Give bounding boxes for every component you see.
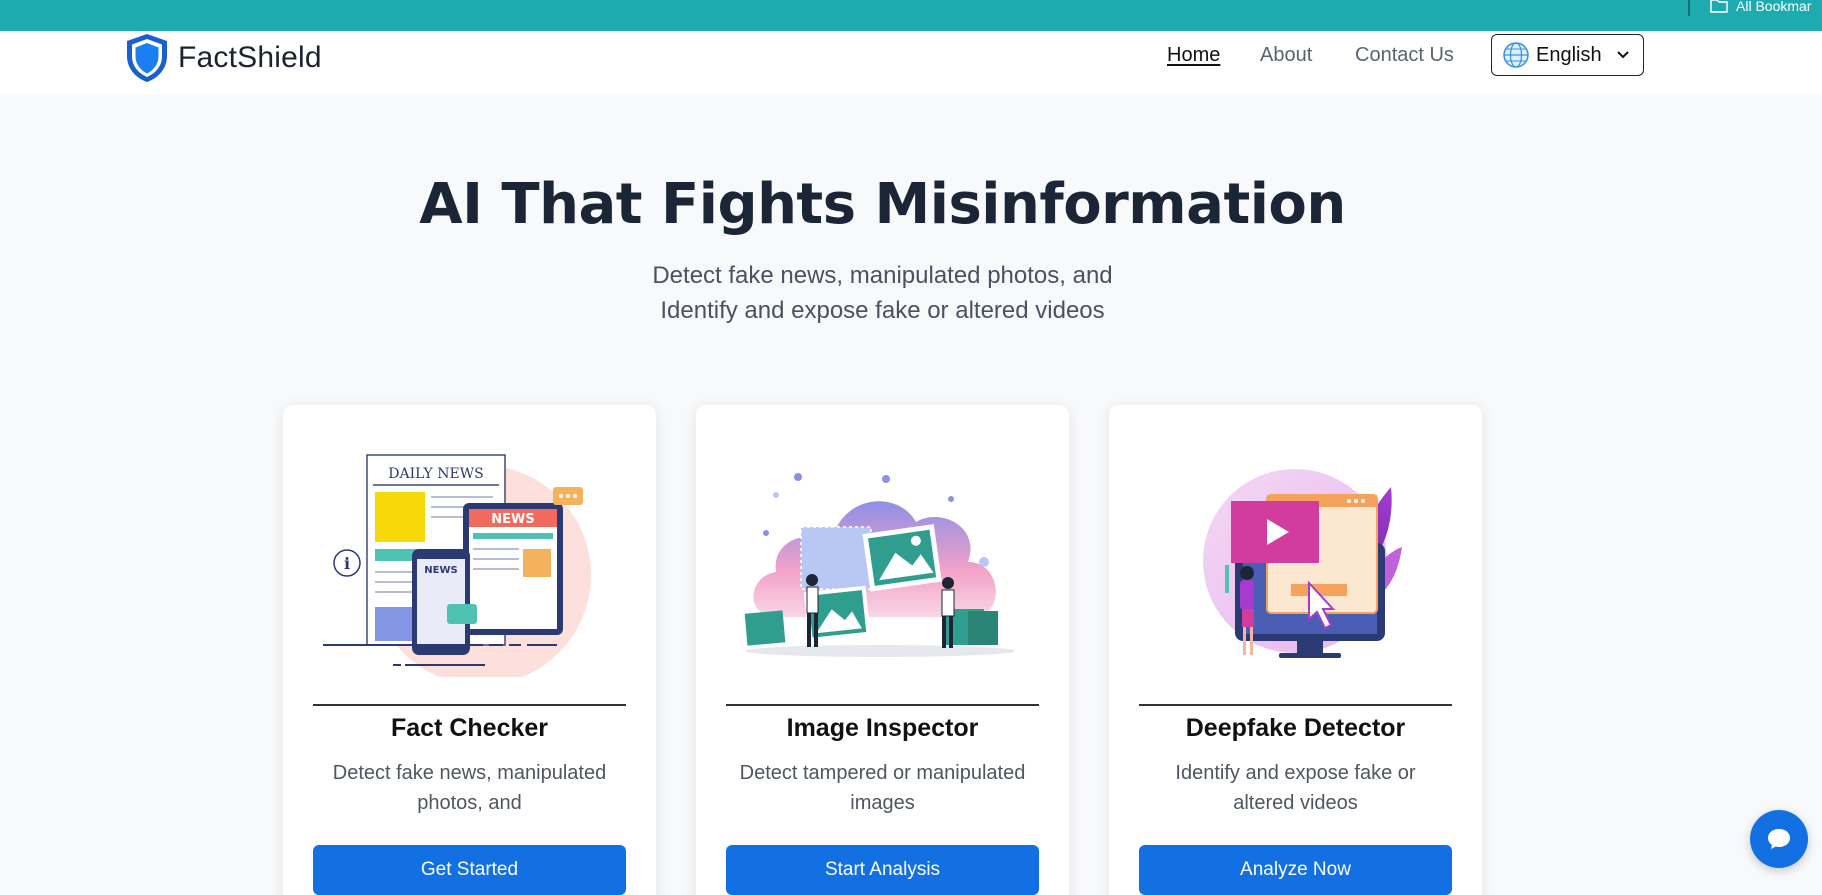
card-divider	[313, 704, 626, 706]
video-detection-illustration	[1203, 469, 1402, 658]
nav-link-contact[interactable]: Contact Us	[1355, 44, 1454, 67]
illustration-daily-news-text: DAILY NEWS	[388, 466, 483, 482]
language-select[interactable]: English	[1491, 34, 1644, 76]
bookmark-separator	[1688, 0, 1690, 16]
illustration-phone-news-text: NEWS	[424, 565, 457, 576]
navbar: FactShield Home About Contact Us English	[0, 31, 1822, 94]
news-illustration: DAILY NEWS NEWS NEWS i	[323, 454, 591, 677]
nav-link-about[interactable]: About	[1260, 44, 1312, 67]
hero-subtitle-line-2: Identify and expose fake or altered vide…	[660, 297, 1105, 324]
shield-icon	[127, 34, 167, 82]
start-analysis-button[interactable]: Start Analysis	[726, 845, 1039, 895]
hero-subtitle-line-1: Detect fake news, manipulated photos, an…	[652, 262, 1113, 289]
nav-link-home[interactable]: Home	[1167, 44, 1220, 67]
chat-button[interactable]	[1750, 810, 1808, 868]
hero-subtitle: Detect fake news, manipulated photos, an…	[0, 258, 1765, 328]
card-title: Deepfake Detector	[1185, 714, 1406, 742]
card-description: Detect tampered or manipulated images	[739, 762, 1026, 814]
chat-bubble-icon	[1768, 829, 1790, 849]
card-deepfake-detector: Deepfake Detector Identify and expose fa…	[1109, 405, 1482, 895]
get-started-button[interactable]: Get Started	[313, 845, 626, 895]
brand-name: FactShield	[178, 41, 322, 74]
globe-icon	[1503, 42, 1529, 68]
all-bookmarks-button[interactable]: All Bookmar	[1710, 0, 1812, 14]
language-selected: English	[1536, 43, 1602, 66]
illustration-news-text: NEWS	[491, 512, 534, 527]
all-bookmarks-label: All Bookmar	[1736, 0, 1812, 14]
analyze-now-button[interactable]: Analyze Now	[1139, 845, 1452, 895]
card-image-inspector: Image Inspector Detect tampered or manip…	[696, 405, 1069, 895]
chevron-down-icon	[1616, 51, 1629, 59]
svg-text:i: i	[344, 554, 350, 573]
image-inspection-illustration	[744, 473, 1015, 657]
card-divider	[726, 704, 1039, 706]
card-description: Detect fake news, manipulated photos, an…	[332, 762, 607, 814]
card-title: Image Inspector	[786, 714, 979, 742]
bookmark-bar: All Bookmar	[0, 0, 1822, 31]
folder-icon	[1710, 0, 1728, 13]
hero-title: AI That Fights Misinformation	[419, 172, 1346, 237]
card-fact-checker: DAILY NEWS NEWS NEWS i Fact Checker Dete…	[283, 405, 656, 895]
brand-logo-link[interactable]: FactShield	[124, 31, 322, 85]
card-divider	[1139, 704, 1452, 706]
card-description: Identify and expose fake or altered vide…	[1175, 762, 1416, 814]
card-title: Fact Checker	[390, 714, 549, 742]
